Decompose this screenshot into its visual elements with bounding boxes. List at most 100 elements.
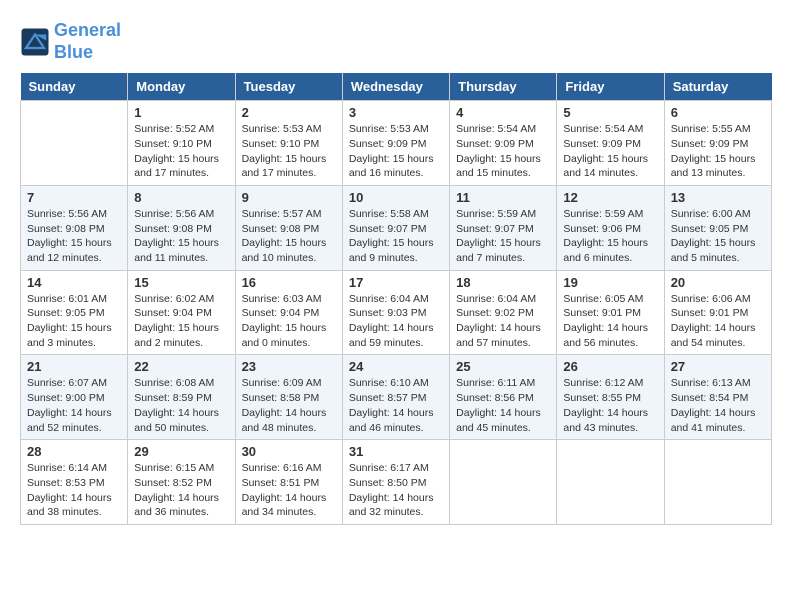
day-info: Sunrise: 6:16 AM Sunset: 8:51 PM Dayligh… [242,461,336,520]
calendar-week-3: 14 Sunrise: 6:01 AM Sunset: 9:05 PM Dayli… [21,270,772,355]
day-number: 5 [563,105,657,120]
header-thursday: Thursday [450,73,557,101]
calendar-cell: 5 Sunrise: 5:54 AM Sunset: 9:09 PM Daylig… [557,101,664,186]
calendar-cell: 10 Sunrise: 5:58 AM Sunset: 9:07 PM Dayli… [342,185,449,270]
calendar-cell: 23 Sunrise: 6:09 AM Sunset: 8:58 PM Dayli… [235,355,342,440]
day-info: Sunrise: 5:58 AM Sunset: 9:07 PM Dayligh… [349,207,443,266]
calendar-cell: 25 Sunrise: 6:11 AM Sunset: 8:56 PM Dayli… [450,355,557,440]
header-wednesday: Wednesday [342,73,449,101]
day-number: 2 [242,105,336,120]
day-info: Sunrise: 6:10 AM Sunset: 8:57 PM Dayligh… [349,376,443,435]
calendar-cell: 15 Sunrise: 6:02 AM Sunset: 9:04 PM Dayli… [128,270,235,355]
day-info: Sunrise: 5:59 AM Sunset: 9:06 PM Dayligh… [563,207,657,266]
header: General Blue [20,20,772,63]
day-info: Sunrise: 6:04 AM Sunset: 9:02 PM Dayligh… [456,292,550,351]
day-number: 30 [242,444,336,459]
day-number: 9 [242,190,336,205]
day-number: 31 [349,444,443,459]
calendar-cell: 22 Sunrise: 6:08 AM Sunset: 8:59 PM Dayli… [128,355,235,440]
day-info: Sunrise: 6:15 AM Sunset: 8:52 PM Dayligh… [134,461,228,520]
day-info: Sunrise: 6:09 AM Sunset: 8:58 PM Dayligh… [242,376,336,435]
day-info: Sunrise: 5:55 AM Sunset: 9:09 PM Dayligh… [671,122,765,181]
day-number: 8 [134,190,228,205]
calendar-cell: 29Sunrise: 6:15 AM Sunset: 8:52 PM Dayli… [128,440,235,525]
header-monday: Monday [128,73,235,101]
calendar-cell: 13 Sunrise: 6:00 AM Sunset: 9:05 PM Dayli… [664,185,771,270]
calendar-week-2: 7 Sunrise: 5:56 AM Sunset: 9:08 PM Daylig… [21,185,772,270]
day-number: 10 [349,190,443,205]
day-info: Sunrise: 6:05 AM Sunset: 9:01 PM Dayligh… [563,292,657,351]
day-info: Sunrise: 6:11 AM Sunset: 8:56 PM Dayligh… [456,376,550,435]
calendar-cell: 20 Sunrise: 6:06 AM Sunset: 9:01 PM Dayli… [664,270,771,355]
calendar-cell: 3 Sunrise: 5:53 AM Sunset: 9:09 PM Daylig… [342,101,449,186]
day-number: 13 [671,190,765,205]
day-info: Sunrise: 5:54 AM Sunset: 9:09 PM Dayligh… [563,122,657,181]
calendar-week-5: 28 Sunrise: 6:14 AM Sunset: 8:53 PM Dayli… [21,440,772,525]
calendar-cell: 1 Sunrise: 5:52 AM Sunset: 9:10 PM Daylig… [128,101,235,186]
calendar-header-row: SundayMondayTuesdayWednesdayThursdayFrid… [21,73,772,101]
calendar-cell: 2Sunrise: 5:53 AM Sunset: 9:10 PM Daylig… [235,101,342,186]
day-number: 12 [563,190,657,205]
calendar-cell: 19Sunrise: 6:05 AM Sunset: 9:01 PM Dayli… [557,270,664,355]
day-number: 11 [456,190,550,205]
calendar-cell [557,440,664,525]
calendar-cell [664,440,771,525]
day-number: 1 [134,105,228,120]
calendar-cell: 8 Sunrise: 5:56 AM Sunset: 9:08 PM Daylig… [128,185,235,270]
day-info: Sunrise: 5:57 AM Sunset: 9:08 PM Dayligh… [242,207,336,266]
calendar-cell: 28 Sunrise: 6:14 AM Sunset: 8:53 PM Dayli… [21,440,128,525]
day-info: Sunrise: 6:14 AM Sunset: 8:53 PM Dayligh… [27,461,121,520]
day-number: 15 [134,275,228,290]
day-info: Sunrise: 6:07 AM Sunset: 9:00 PM Dayligh… [27,376,121,435]
calendar-cell: 7Sunrise: 5:56 AM Sunset: 9:08 PM Daylig… [21,185,128,270]
calendar-cell: 12 Sunrise: 5:59 AM Sunset: 9:06 PM Dayli… [557,185,664,270]
header-friday: Friday [557,73,664,101]
day-info: Sunrise: 5:56 AM Sunset: 9:08 PM Dayligh… [134,207,228,266]
day-number: 18 [456,275,550,290]
day-number: 7 [27,190,121,205]
day-info: Sunrise: 6:04 AM Sunset: 9:03 PM Dayligh… [349,292,443,351]
header-sunday: Sunday [21,73,128,101]
calendar-cell: 30 Sunrise: 6:16 AM Sunset: 8:51 PM Dayli… [235,440,342,525]
day-number: 23 [242,359,336,374]
day-info: Sunrise: 6:06 AM Sunset: 9:01 PM Dayligh… [671,292,765,351]
calendar-cell: 16 Sunrise: 6:03 AM Sunset: 9:04 PM Dayli… [235,270,342,355]
day-info: Sunrise: 6:03 AM Sunset: 9:04 PM Dayligh… [242,292,336,351]
day-number: 27 [671,359,765,374]
day-info: Sunrise: 6:17 AM Sunset: 8:50 PM Dayligh… [349,461,443,520]
calendar-cell: 18 Sunrise: 6:04 AM Sunset: 9:02 PM Dayli… [450,270,557,355]
day-info: Sunrise: 6:01 AM Sunset: 9:05 PM Dayligh… [27,292,121,351]
day-number: 14 [27,275,121,290]
day-info: Sunrise: 5:59 AM Sunset: 9:07 PM Dayligh… [456,207,550,266]
header-tuesday: Tuesday [235,73,342,101]
day-number: 21 [27,359,121,374]
day-number: 20 [671,275,765,290]
day-number: 26 [563,359,657,374]
calendar-cell [21,101,128,186]
day-info: Sunrise: 5:53 AM Sunset: 9:09 PM Dayligh… [349,122,443,181]
logo-text: General Blue [54,20,121,63]
day-info: Sunrise: 5:52 AM Sunset: 9:10 PM Dayligh… [134,122,228,181]
day-number: 25 [456,359,550,374]
day-number: 28 [27,444,121,459]
day-info: Sunrise: 6:00 AM Sunset: 9:05 PM Dayligh… [671,207,765,266]
logo-icon [20,27,50,57]
day-number: 22 [134,359,228,374]
calendar-cell: 17 Sunrise: 6:04 AM Sunset: 9:03 PM Dayli… [342,270,449,355]
header-saturday: Saturday [664,73,771,101]
calendar-cell: 4Sunrise: 5:54 AM Sunset: 9:09 PM Daylig… [450,101,557,186]
calendar-cell: 27Sunrise: 6:13 AM Sunset: 8:54 PM Dayli… [664,355,771,440]
day-number: 4 [456,105,550,120]
day-number: 16 [242,275,336,290]
day-number: 17 [349,275,443,290]
day-number: 24 [349,359,443,374]
day-info: Sunrise: 6:02 AM Sunset: 9:04 PM Dayligh… [134,292,228,351]
calendar-cell: 31 Sunrise: 6:17 AM Sunset: 8:50 PM Dayli… [342,440,449,525]
calendar-cell: 24 Sunrise: 6:10 AM Sunset: 8:57 PM Dayli… [342,355,449,440]
calendar-cell: 6Sunrise: 5:55 AM Sunset: 9:09 PM Daylig… [664,101,771,186]
calendar-week-4: 21 Sunrise: 6:07 AM Sunset: 9:00 PM Dayli… [21,355,772,440]
day-info: Sunrise: 6:08 AM Sunset: 8:59 PM Dayligh… [134,376,228,435]
calendar-cell: 11 Sunrise: 5:59 AM Sunset: 9:07 PM Dayli… [450,185,557,270]
day-number: 3 [349,105,443,120]
calendar-week-1: 1 Sunrise: 5:52 AM Sunset: 9:10 PM Daylig… [21,101,772,186]
